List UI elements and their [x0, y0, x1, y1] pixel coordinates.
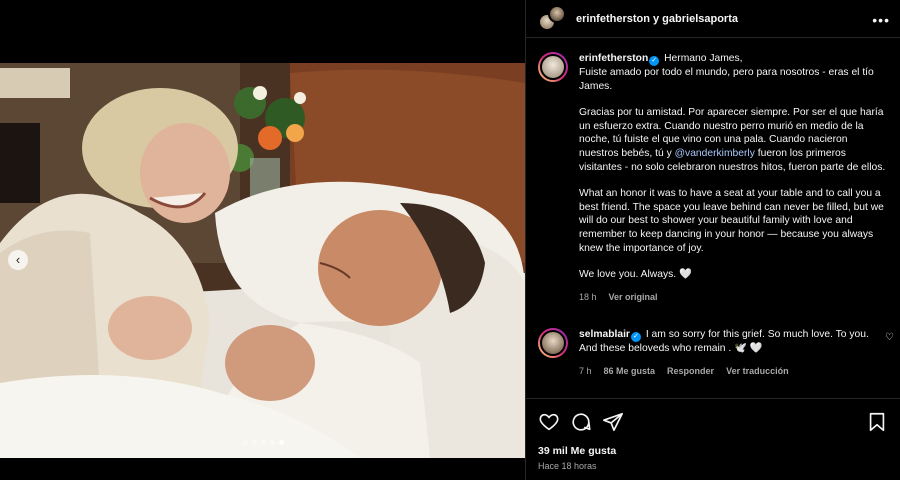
- comments-section[interactable]: erinfetherston ✓ Hermano James, Fuiste am…: [526, 38, 900, 398]
- share-send-icon[interactable]: [602, 411, 624, 433]
- verified-icon: ✓: [649, 56, 660, 66]
- caption-username[interactable]: erinfetherston: [579, 53, 648, 64]
- avatar: [540, 330, 566, 357]
- comment-bubble-icon[interactable]: [570, 411, 592, 433]
- like-heart-icon[interactable]: [538, 411, 560, 433]
- caption-time: 18 h: [579, 291, 597, 302]
- caption-entry: erinfetherston ✓ Hermano James, Fuiste am…: [538, 52, 888, 304]
- post-photo[interactable]: [0, 63, 525, 458]
- carousel-dot: [261, 440, 266, 445]
- post-panel: erinfetherston y gabrielsaporta ••• erin…: [525, 0, 900, 480]
- caption-para3: What an honor it was to have a seat at y…: [579, 188, 884, 254]
- carousel-dot: [252, 440, 257, 445]
- comment-username[interactable]: selmablair: [579, 329, 630, 340]
- mention-link[interactable]: @vanderkimberly: [675, 148, 755, 159]
- translate-button[interactable]: Ver traducción: [726, 365, 789, 379]
- reply-button[interactable]: Responder: [667, 365, 714, 379]
- post-time: Hace 18 horas: [538, 461, 597, 471]
- carousel-prev-button[interactable]: ‹: [8, 250, 28, 270]
- comment-body: selmablair ✓ I am so sorry for this grief…: [579, 328, 888, 378]
- caption-line2: Fuiste amado por todo el mundo, pero par…: [579, 67, 874, 92]
- carousel-dots: [243, 440, 284, 445]
- see-original-button[interactable]: Ver original: [609, 291, 658, 305]
- post-actions: 39 mil Me gusta Hace 18 horas: [526, 398, 900, 480]
- carousel-dot-active: [279, 440, 284, 445]
- carousel-dot: [270, 440, 275, 445]
- post-authors[interactable]: erinfetherston y gabrielsaporta: [576, 13, 738, 25]
- save-bookmark-icon[interactable]: [866, 411, 888, 433]
- caption-line1: Hermano James,: [664, 53, 743, 64]
- comment-meta: 7 h 86 Me gusta Responder Ver traducción: [579, 365, 888, 379]
- comment-time: 7 h: [579, 365, 592, 376]
- avatar: [548, 4, 566, 23]
- photo-illustration: [0, 63, 525, 458]
- caption-para4: We love you. Always. 🤍: [579, 269, 692, 281]
- carousel-dot: [243, 440, 248, 445]
- comment-like-heart-icon[interactable]: ♡: [885, 332, 894, 343]
- verified-icon: ✓: [630, 332, 641, 343]
- caption-meta: 18 h Ver original: [579, 291, 888, 305]
- more-horizontal-icon[interactable]: •••: [872, 12, 890, 28]
- comment-entry: selmablair ✓ I am so sorry for this grief…: [538, 328, 894, 378]
- avatar: [540, 54, 566, 80]
- post-media: ‹: [0, 0, 525, 480]
- likes-count[interactable]: 39 mil Me gusta: [538, 445, 888, 457]
- caption-body: erinfetherston ✓ Hermano James, Fuiste am…: [579, 52, 888, 304]
- post-header: erinfetherston y gabrielsaporta •••: [526, 0, 900, 38]
- caption-author-avatar[interactable]: [538, 52, 568, 82]
- collab-avatars[interactable]: [538, 4, 566, 33]
- comment-author-avatar[interactable]: [538, 328, 568, 359]
- action-bar: [538, 411, 888, 433]
- comment-likes[interactable]: 86 Me gusta: [604, 365, 656, 379]
